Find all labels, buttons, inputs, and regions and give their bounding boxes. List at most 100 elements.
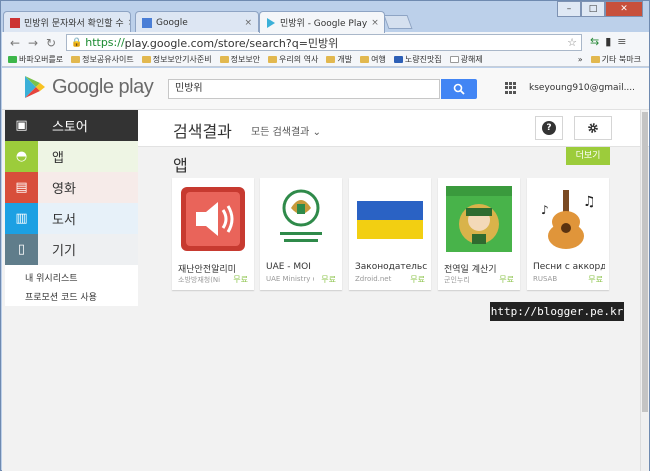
tab-title: Google [156,17,188,28]
bookmarks-overflow-button[interactable]: » [578,55,583,64]
app-price: 무료 [233,275,248,284]
tab-2[interactable]: Google × [135,11,259,33]
folder-icon [590,56,600,63]
browser-toolbar: ← → ↻ 🔒 https:// play.google.com/store/s… [2,32,649,53]
folder-icon [71,56,81,63]
app-developer: RUSAB [533,275,558,283]
filter-label: 모든 검색결과 [251,127,310,138]
svg-text:♫: ♫ [583,194,596,210]
folder-icon [8,56,17,63]
address-bar[interactable]: 🔒 https:// play.google.com/store/search?… [66,34,582,51]
app-icon-soldier [444,184,514,254]
watermark-text: http://blogger.pe.kr [490,302,624,321]
sidebar-item-books[interactable]: ▥ 도서 [5,203,138,234]
close-window-button[interactable]: ✕ [605,1,643,17]
extension-icon[interactable]: ▮ [605,35,611,48]
app-developer: UAE Ministry o [266,275,314,283]
bookmark-item[interactable]: 정보공유사이트 [71,54,134,65]
new-tab-button[interactable] [383,15,413,29]
device-icon: ▯ [5,234,38,265]
app-title: Законодательс [355,262,427,272]
app-card[interactable]: ♫ ♪ Песни с аккорд RUSAB 무료 [527,178,609,290]
app-card[interactable]: 전역일 계산기 군인누리 무료 [438,178,520,290]
app-title: UAE - MOI [266,262,311,272]
gear-icon [588,123,598,133]
bookmark-item[interactable]: 바파오버를로 [8,54,63,65]
bookmark-item[interactable]: 정보보안 [219,54,261,65]
bookmark-label: 기타 북마크 [601,55,641,64]
see-more-button[interactable]: 더보기 [566,147,610,165]
app-icon-emblem [266,184,336,254]
tab-close-icon[interactable]: × [367,18,379,28]
apps-grid-icon[interactable] [505,82,517,94]
page-title: 검색결과 [173,122,232,141]
bookmark-label: 정보보안 [230,55,261,64]
bookmark-item[interactable]: 우리의 역사 [268,54,318,65]
shopping-bag-icon: ▣ [15,118,28,133]
sidebar-links: 내 위시리스트 프로모션 코드 사용 [25,270,97,308]
scrollbar-thumb[interactable] [642,112,648,412]
tab-close-icon[interactable]: × [240,18,252,28]
tab-favicon-icon [10,17,20,28]
bookmark-item[interactable]: 광해제 [449,54,483,65]
url-scheme: https:// [85,36,125,49]
bookmark-label: 개발 [337,55,353,64]
bookmark-label: 노량진맛집 [404,55,442,64]
app-title: Песни с аккорд [533,262,605,272]
google-favicon-icon [142,17,152,28]
google-play-logo[interactable]: Google play [24,75,154,99]
search-icon [453,83,465,95]
app-icon-flag [355,184,425,254]
app-icon-guitar: ♫ ♪ [533,184,603,254]
app-price: 무료 [410,275,425,284]
sidebar-item-apps[interactable]: ◓ 앱 [5,141,138,172]
sidebar-item-devices[interactable]: ▯ 기기 [5,234,138,265]
chevron-down-icon: ⌄ [312,127,321,138]
app-developer: Zdroid.net [355,275,392,283]
settings-button[interactable] [574,116,612,140]
sidebar: ▣ 스토어 ◓ 앱 ▤ 영화 ▥ 도서 ▯ 기기 내 위시리스트 프로모션 코드… [5,110,138,471]
app-card[interactable]: Законодательс Zdroid.net 무료 [349,178,431,290]
svg-text:♪: ♪ [541,203,549,217]
account-email[interactable]: kseyoung910@gmail.... [529,83,635,93]
sidebar-item-label: 영화 [52,182,76,197]
play-favicon-icon [267,17,275,28]
logo-text: Google play [52,75,154,98]
sidebar-item-label: 기기 [52,244,76,259]
app-card[interactable]: 재난안전알리미 소방방재청(Ni 무료 [172,178,254,290]
bookmark-item[interactable]: 정보보안기사준비 [141,54,212,65]
menu-icon[interactable]: ≡ [617,35,626,48]
wishlist-link[interactable]: 내 위시리스트 [25,270,97,289]
tab-1[interactable]: 민방위 문자와서 확인할 수 × [3,11,131,33]
forward-arrow-icon[interactable]: → [24,36,42,50]
bookmark-item[interactable]: 노량진맛집 [393,54,442,65]
app-developer: 군인누리 [444,276,470,284]
bookmark-item[interactable]: 개발 [326,54,352,65]
filter-dropdown[interactable]: 모든 검색결과 ⌄ [251,123,321,138]
sidebar-item-store[interactable]: ▣ 스토어 [5,110,138,141]
minimize-button[interactable]: – [557,1,581,17]
folder-icon [360,56,370,63]
section-title: 앱 [173,156,188,175]
help-button[interactable]: ? [535,116,563,140]
search-button[interactable] [441,79,477,99]
page-scrollbar[interactable] [640,110,648,471]
sidebar-item-label: 앱 [52,151,64,166]
bookmarks-bar: 바파오버를로 정보공유사이트 정보보안기사준비 정보보안 우리의 역사 개발 여… [2,53,649,67]
bookmark-star-icon[interactable]: ☆ [567,36,577,49]
maximize-button[interactable]: □ [581,1,605,17]
tab-close-icon[interactable]: × [124,18,130,28]
other-bookmarks[interactable]: 기타 북마크 [590,54,641,65]
folder-icon [268,56,278,63]
bookmark-label: 광해제 [460,55,483,64]
tab-title: 민방위 - Google Play [280,19,368,29]
sidebar-item-movies[interactable]: ▤ 영화 [5,172,138,203]
search-input[interactable]: 민방위 [168,79,440,99]
tab-3-active[interactable]: 민방위 - Google Play × [259,11,385,33]
reload-icon[interactable]: ↻ [42,36,60,50]
back-arrow-icon[interactable]: ← [6,36,24,50]
extension-icon[interactable]: ⇆ [590,35,599,48]
app-card[interactable]: UAE - MOI UAE Ministry o 무료 [260,178,342,290]
bookmark-item[interactable]: 여행 [360,54,386,65]
tab-strip: 민방위 문자와서 확인할 수 × Google × 민방위 - Google P… [1,1,649,33]
